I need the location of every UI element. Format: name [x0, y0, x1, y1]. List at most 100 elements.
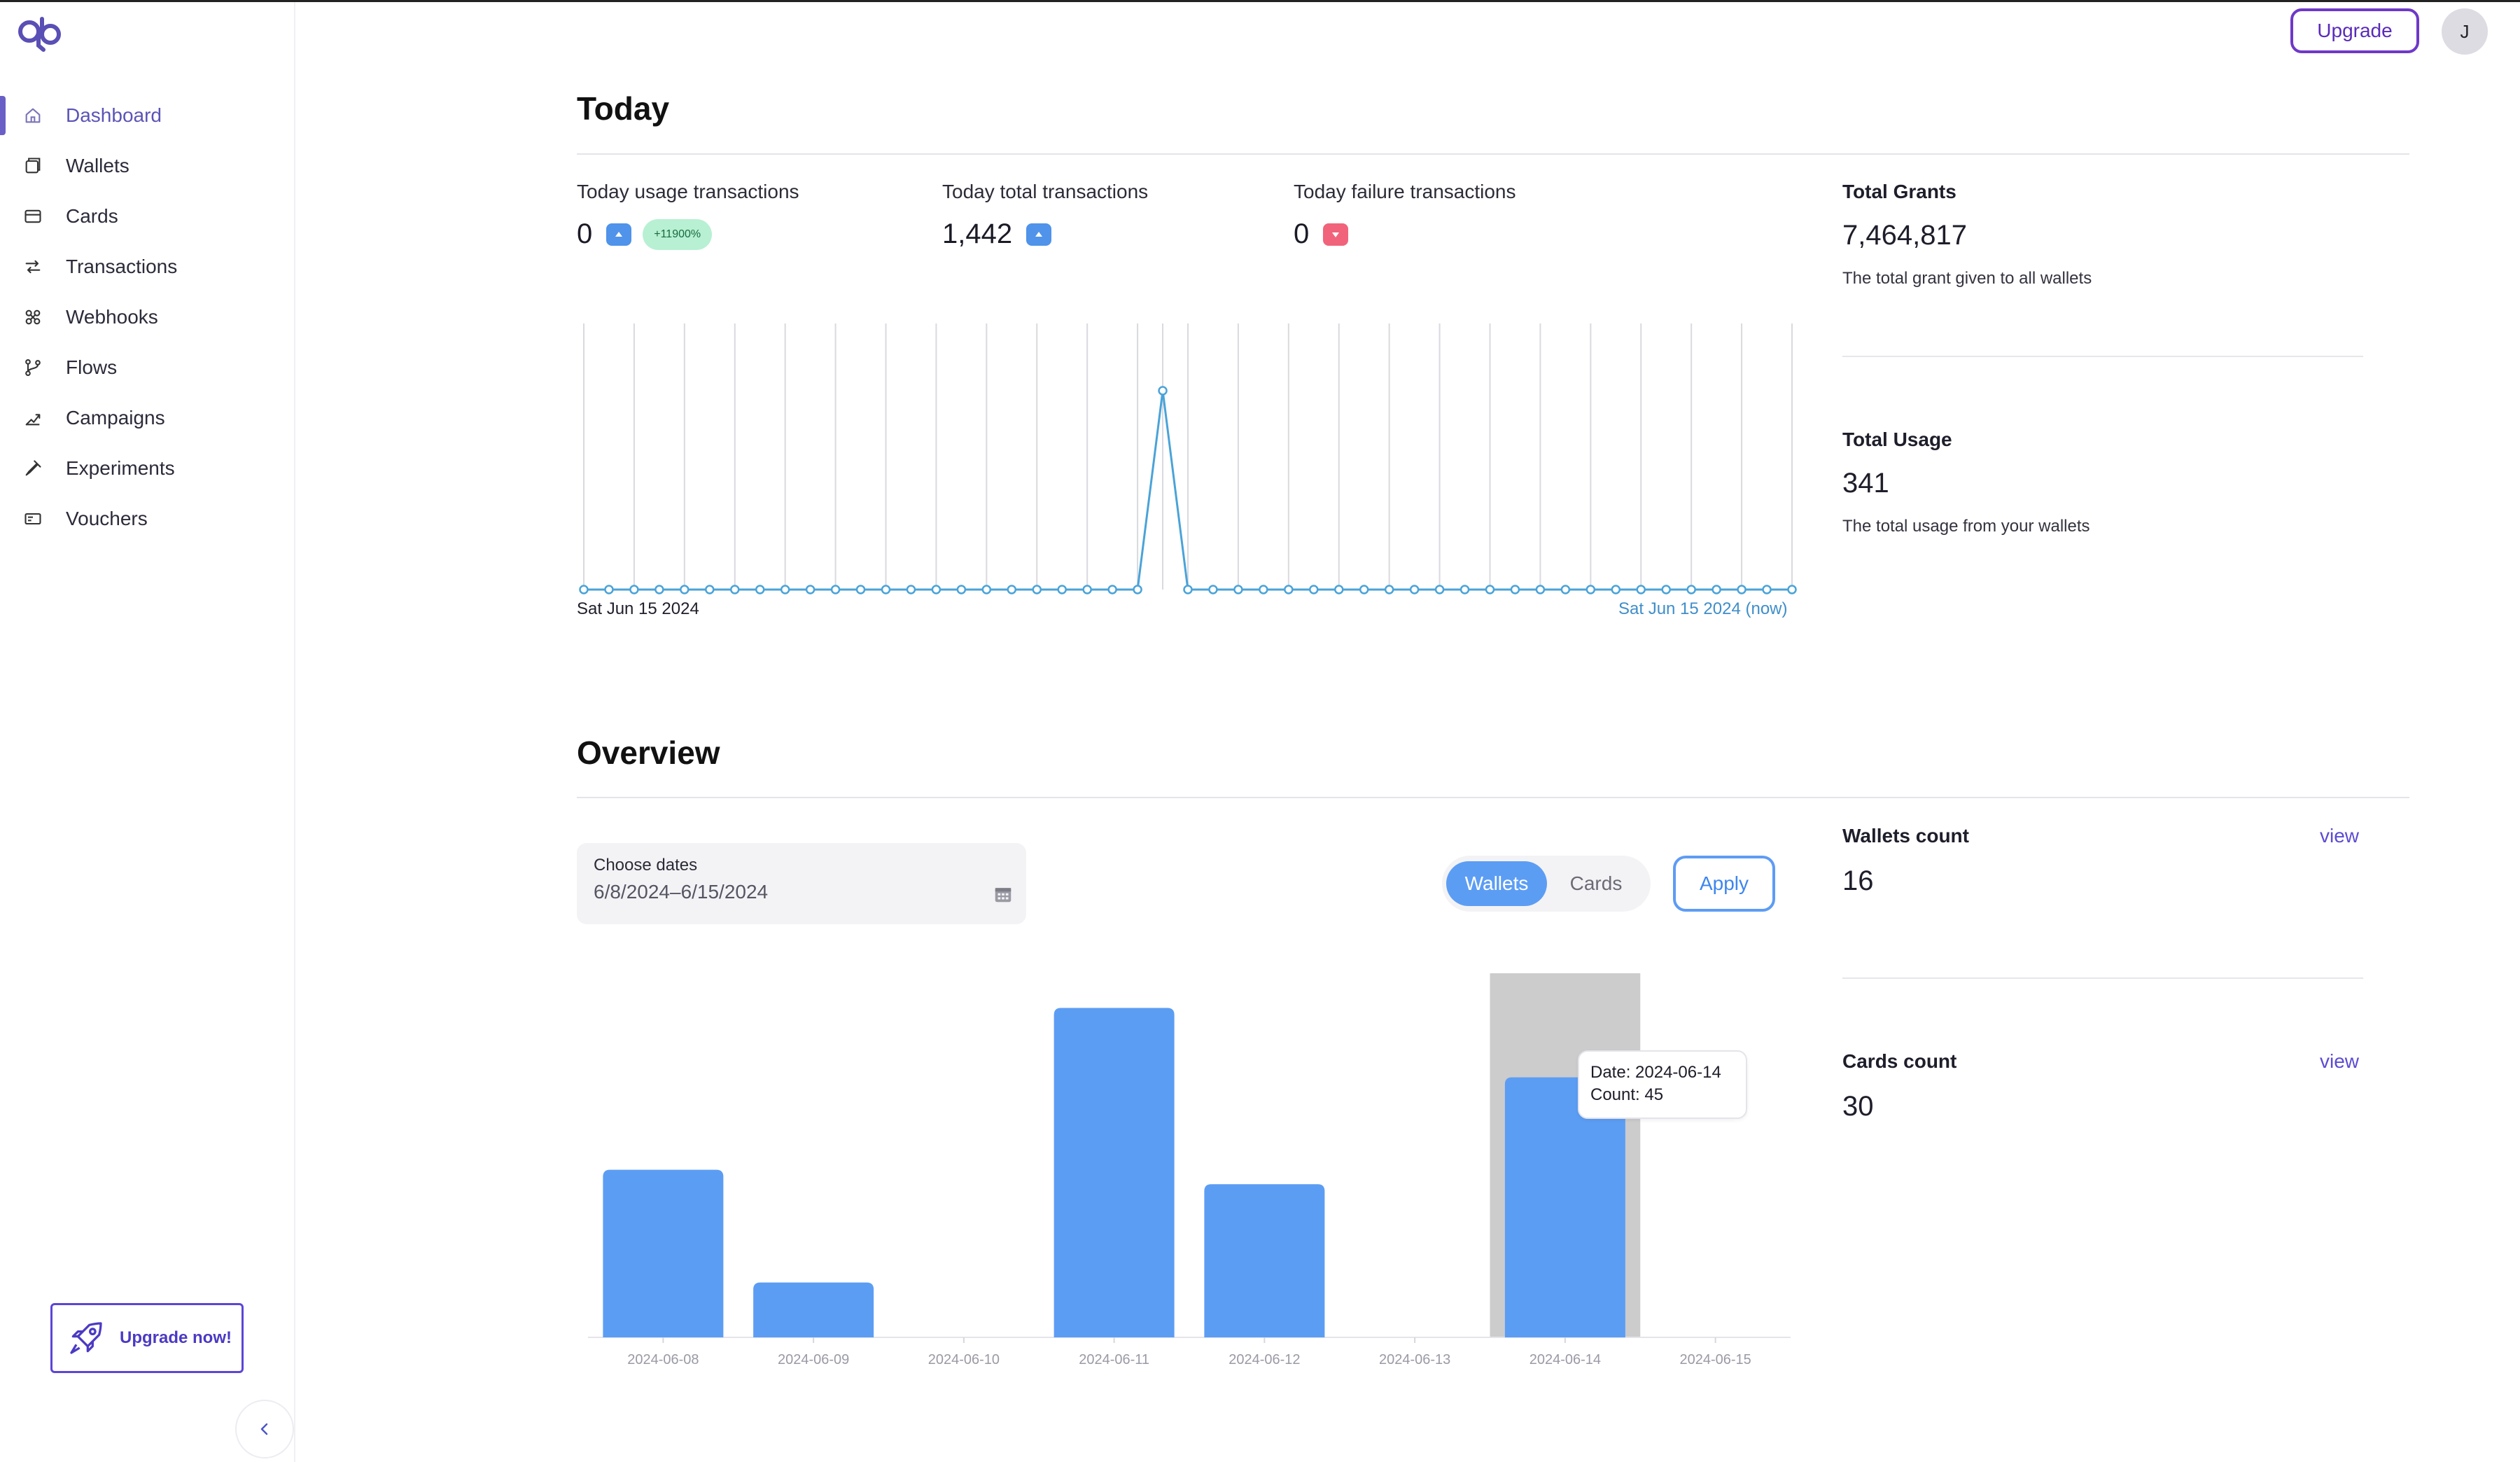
- today-failure-value: 0: [1294, 218, 1359, 250]
- usage-change-badge: +11900%: [643, 218, 713, 250]
- wallet-icon: [22, 155, 43, 176]
- sidebar-item-label: Experiments: [66, 457, 175, 479]
- sidebar-item-webhooks[interactable]: Webhooks: [0, 292, 294, 342]
- cards-count-label: Cards count: [1842, 1050, 1957, 1072]
- x-tick-label: 2024-06-11: [1079, 1352, 1149, 1367]
- total-usage-value: 341: [1842, 468, 1889, 499]
- data-point: [1737, 585, 1746, 594]
- bar: [753, 1282, 874, 1337]
- sidebar-item-cards[interactable]: Cards: [0, 191, 294, 242]
- data-point: [1535, 585, 1546, 594]
- today-total-label: Today total transactions: [942, 181, 1149, 202]
- wallets-cards-toggle: Wallets Cards: [1442, 856, 1651, 912]
- data-point: [780, 585, 790, 594]
- date-range-picker[interactable]: Choose dates 6/8/2024–6/15/2024: [577, 843, 1026, 924]
- today-usage-value: 0 +11900%: [577, 218, 713, 250]
- data-point: [1409, 585, 1420, 594]
- today-usage-number: 0: [577, 218, 593, 249]
- data-point: [881, 585, 891, 594]
- bar: [1204, 1184, 1325, 1337]
- bar: [1054, 1008, 1175, 1337]
- today-title: Today: [577, 90, 670, 127]
- data-point: [1712, 585, 1721, 594]
- data-point: [1460, 585, 1470, 594]
- data-point: [1586, 585, 1596, 594]
- upgrade-now-button[interactable]: Upgrade now!: [50, 1303, 244, 1373]
- experiment-icon: [22, 458, 43, 479]
- sidebar-nav: Dashboard Wallets Cards Transactions Web…: [0, 90, 294, 544]
- upgrade-button[interactable]: Upgrade: [2290, 8, 2419, 53]
- data-point: [1762, 585, 1772, 594]
- sidebar-item-wallets[interactable]: Wallets: [0, 141, 294, 191]
- calendar-icon: [995, 888, 1011, 903]
- data-point: [1233, 585, 1243, 594]
- app-logo[interactable]: [17, 13, 63, 53]
- sidebar-item-campaigns[interactable]: Campaigns: [0, 393, 294, 443]
- today-total-value: 1,442: [942, 218, 1063, 250]
- today-divider: [577, 153, 2409, 155]
- date-range-value: 6/8/2024–6/15/2024: [594, 881, 769, 903]
- trend-up-icon: [1026, 223, 1052, 246]
- data-point: [1434, 585, 1445, 594]
- toggle-wallets[interactable]: Wallets: [1446, 861, 1547, 906]
- overview-divider: [577, 797, 2409, 798]
- tooltip-count: Count: 45: [1590, 1085, 1664, 1104]
- data-point: [1057, 585, 1067, 594]
- x-tick-label: 2024-06-12: [1228, 1352, 1300, 1367]
- data-point: [705, 585, 715, 594]
- data-point: [1384, 585, 1394, 594]
- data-point: [1107, 585, 1117, 594]
- upgrade-now-label: Upgrade now!: [120, 1328, 232, 1347]
- data-point: [1334, 585, 1344, 594]
- sidebar-item-label: Campaigns: [66, 407, 165, 429]
- x-tick-label: 2024-06-15: [1679, 1352, 1751, 1367]
- data-point: [1510, 585, 1520, 594]
- data-point: [1309, 585, 1319, 594]
- sidebar-item-vouchers[interactable]: Vouchers: [0, 494, 294, 544]
- toggle-cards[interactable]: Cards: [1547, 861, 1645, 906]
- data-point: [1787, 585, 1797, 594]
- collapse-sidebar-button[interactable]: [235, 1400, 294, 1458]
- sidebar-item-experiments[interactable]: Experiments: [0, 443, 294, 494]
- data-point: [1208, 585, 1218, 594]
- total-grants-label: Total Grants: [1842, 181, 1956, 202]
- data-point: [1032, 585, 1042, 594]
- data-point: [1485, 585, 1495, 594]
- data-point: [855, 585, 866, 594]
- trend-up-icon: [606, 223, 632, 246]
- data-point: [1686, 585, 1696, 594]
- chart-end-date: Sat Jun 15 2024 (now): [1618, 599, 1788, 618]
- chevron-left-icon: [260, 1423, 268, 1435]
- data-point: [805, 585, 816, 594]
- data-point: [1082, 585, 1092, 594]
- sidebar-item-dashboard[interactable]: Dashboard: [0, 90, 294, 141]
- data-point: [579, 585, 589, 594]
- avatar[interactable]: J: [2442, 8, 2488, 55]
- data-point: [906, 585, 916, 594]
- x-tick-label: 2024-06-10: [928, 1352, 1000, 1367]
- x-tick-label: 2024-06-14: [1530, 1352, 1601, 1367]
- overview-title: Overview: [577, 735, 720, 771]
- wallets-count-label: Wallets count: [1842, 825, 1969, 847]
- overview-bar-chart: 2024-06-08 2024-06-09 2024-06-10 2024-06-11…: [588, 973, 1791, 1367]
- x-tick-label: 2024-06-08: [627, 1352, 699, 1367]
- tooltip-date: Date: 2024-06-14: [1590, 1063, 1721, 1082]
- data-point: [830, 585, 841, 594]
- sidebar-item-label: Webhooks: [66, 306, 158, 328]
- wallets-view-link[interactable]: view: [2320, 825, 2359, 847]
- total-grants-value: 7,464,817: [1842, 220, 1967, 251]
- apply-button[interactable]: Apply: [1673, 856, 1775, 912]
- total-grants-desc: The total grant given to all wallets: [1842, 269, 2092, 288]
- trend-down-icon: [1323, 223, 1349, 246]
- data-point: [629, 585, 639, 594]
- cards-view-link[interactable]: view: [2320, 1050, 2359, 1073]
- sidebar-item-label: Cards: [66, 205, 118, 227]
- sidebar-item-flows[interactable]: Flows: [0, 342, 294, 393]
- bar: [603, 1169, 724, 1337]
- sidebar-item-transactions[interactable]: Transactions: [0, 242, 294, 292]
- data-point: [956, 585, 967, 594]
- data-point: [1611, 585, 1621, 594]
- data-point: [730, 585, 740, 594]
- sidebar-item-label: Transactions: [66, 256, 178, 277]
- wallets-count-value: 16: [1842, 865, 1874, 896]
